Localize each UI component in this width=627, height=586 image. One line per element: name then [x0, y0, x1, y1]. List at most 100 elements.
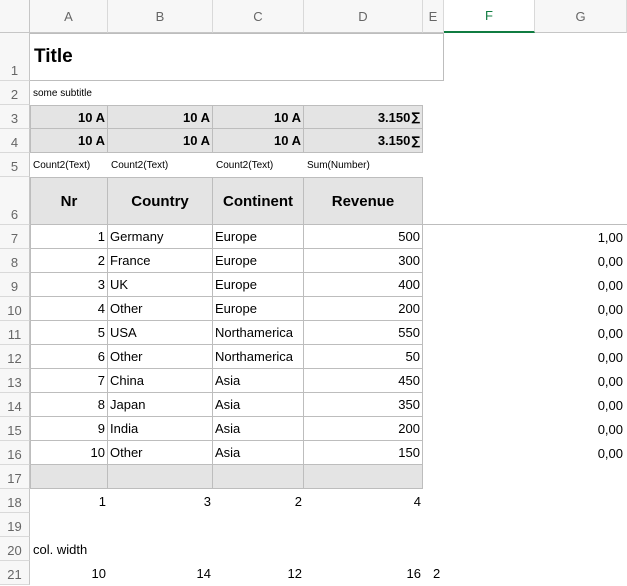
column-header-f[interactable]: F — [444, 0, 535, 33]
col-width-d[interactable]: 16 — [304, 561, 423, 585]
cell-f-value[interactable]: 0,00 — [535, 393, 625, 417]
cell-f-value[interactable]: 0,00 — [535, 321, 625, 345]
table-cell-country[interactable]: Japan — [108, 393, 213, 417]
table-cell-continent[interactable]: Northamerica — [213, 345, 304, 369]
column-header-d[interactable]: D — [304, 0, 423, 33]
table-cell-continent[interactable]: Asia — [213, 417, 304, 441]
select-all-corner[interactable] — [0, 0, 30, 33]
table-cell-continent[interactable]: Europe — [213, 225, 304, 249]
row-header-21[interactable]: 21 — [0, 561, 30, 585]
row-header-19[interactable]: 19 — [0, 513, 30, 537]
table-cell-revenue[interactable]: 350 — [304, 393, 423, 417]
row-header-5[interactable]: 5 — [0, 153, 30, 177]
table-footer-cell[interactable] — [30, 465, 108, 489]
table-cell-nr[interactable]: 1 — [30, 225, 108, 249]
table-cell-revenue[interactable]: 450 — [304, 369, 423, 393]
row-header-20[interactable]: 20 — [0, 537, 30, 561]
cell-d18[interactable]: 4 — [304, 489, 423, 513]
row-header-6[interactable]: 6 — [0, 177, 30, 225]
row-header-17[interactable]: 17 — [0, 465, 30, 489]
table-cell-country[interactable]: France — [108, 249, 213, 273]
table-cell-country[interactable]: Other — [108, 441, 213, 465]
table-cell-continent[interactable]: Europe — [213, 273, 304, 297]
table-cell-nr[interactable]: 8 — [30, 393, 108, 417]
row-header-2[interactable]: 2 — [0, 81, 30, 105]
table-cell-nr[interactable]: 6 — [30, 345, 108, 369]
row-header-8[interactable]: 8 — [0, 249, 30, 273]
table-cell-revenue[interactable]: 500 — [304, 225, 423, 249]
table-cell-revenue[interactable]: 150 — [304, 441, 423, 465]
table-cell-continent[interactable]: Asia — [213, 393, 304, 417]
cell-a18[interactable]: 1 — [30, 489, 108, 513]
row-header-15[interactable]: 15 — [0, 417, 30, 441]
table-cell-revenue[interactable]: 50 — [304, 345, 423, 369]
cell-f-value[interactable]: 1,00 — [535, 225, 625, 249]
cell-f-value[interactable]: 0,00 — [535, 249, 625, 273]
table-cell-continent[interactable]: Asia — [213, 369, 304, 393]
table-cell-nr[interactable]: 9 — [30, 417, 108, 441]
cell-f-value[interactable]: 0,00 — [535, 417, 625, 441]
table-cell-continent[interactable]: Northamerica — [213, 321, 304, 345]
column-header-g[interactable]: G — [535, 0, 627, 33]
cell-f-value[interactable]: 0,00 — [535, 441, 625, 465]
col-width-b[interactable]: 14 — [108, 561, 213, 585]
summary-cell[interactable]: 3.150 ∑ — [304, 129, 423, 153]
row-header-14[interactable]: 14 — [0, 393, 30, 417]
table-footer-cell[interactable] — [213, 465, 304, 489]
row-header-16[interactable]: 16 — [0, 441, 30, 465]
table-cell-country[interactable]: India — [108, 417, 213, 441]
cell-f-value[interactable]: 0,00 — [535, 369, 625, 393]
table-cell-country[interactable]: USA — [108, 321, 213, 345]
header-revenue[interactable]: Revenue — [304, 177, 423, 225]
table-cell-continent[interactable]: Europe — [213, 297, 304, 321]
summary-cell[interactable]: 10 A — [108, 105, 213, 129]
row-header-18[interactable]: 18 — [0, 489, 30, 513]
table-cell-continent[interactable]: Europe — [213, 249, 304, 273]
header-country[interactable]: Country — [108, 177, 213, 225]
table-cell-country[interactable]: Other — [108, 297, 213, 321]
table-cell-country[interactable]: Germany — [108, 225, 213, 249]
table-cell-country[interactable]: UK — [108, 273, 213, 297]
column-header-e[interactable]: E — [423, 0, 444, 33]
table-cell-nr[interactable]: 3 — [30, 273, 108, 297]
table-cell-revenue[interactable]: 400 — [304, 273, 423, 297]
row-header-9[interactable]: 9 — [0, 273, 30, 297]
table-cell-nr[interactable]: 2 — [30, 249, 108, 273]
table-cell-nr[interactable]: 4 — [30, 297, 108, 321]
row-header-4[interactable]: 4 — [0, 129, 30, 153]
column-header-a[interactable]: A — [30, 0, 108, 33]
header-nr[interactable]: Nr — [30, 177, 108, 225]
table-cell-revenue[interactable]: 200 — [304, 297, 423, 321]
table-cell-country[interactable]: Other — [108, 345, 213, 369]
table-cell-continent[interactable]: Asia — [213, 441, 304, 465]
summary-cell[interactable]: 10 A — [30, 105, 108, 129]
cell-b18[interactable]: 3 — [108, 489, 213, 513]
col-width-c[interactable]: 12 — [213, 561, 304, 585]
table-cell-nr[interactable]: 7 — [30, 369, 108, 393]
table-cell-nr[interactable]: 5 — [30, 321, 108, 345]
row-header-7[interactable]: 7 — [0, 225, 30, 249]
table-cell-nr[interactable]: 10 — [30, 441, 108, 465]
summary-cell[interactable]: 10 A — [213, 129, 304, 153]
table-footer-cell[interactable] — [304, 465, 423, 489]
row-header-1[interactable]: 1 — [0, 33, 30, 81]
column-header-c[interactable]: C — [213, 0, 304, 33]
row-header-11[interactable]: 11 — [0, 321, 30, 345]
table-cell-revenue[interactable]: 550 — [304, 321, 423, 345]
row-header-3[interactable]: 3 — [0, 105, 30, 129]
row-header-13[interactable]: 13 — [0, 369, 30, 393]
row-header-10[interactable]: 10 — [0, 297, 30, 321]
cell-f-value[interactable]: 0,00 — [535, 297, 625, 321]
summary-cell[interactable]: 3.150 ∑ — [304, 105, 423, 129]
table-cell-revenue[interactable]: 300 — [304, 249, 423, 273]
summary-cell[interactable]: 10 A — [213, 105, 304, 129]
col-width-a[interactable]: 10 — [30, 561, 108, 585]
cell-f-value[interactable]: 0,00 — [535, 273, 625, 297]
cell-f-value[interactable]: 0,00 — [535, 345, 625, 369]
table-cell-revenue[interactable]: 200 — [304, 417, 423, 441]
header-continent[interactable]: Continent — [213, 177, 304, 225]
column-header-b[interactable]: B — [108, 0, 213, 33]
row-header-12[interactable]: 12 — [0, 345, 30, 369]
summary-cell[interactable]: 10 A — [108, 129, 213, 153]
summary-cell[interactable]: 10 A — [30, 129, 108, 153]
